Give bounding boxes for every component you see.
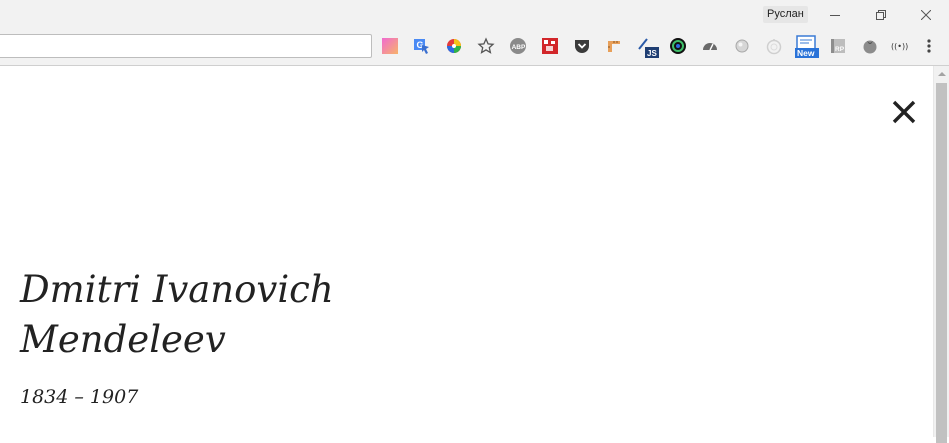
- address-bar[interactable]: [0, 34, 372, 58]
- person-name-heading: Dmitri Ivanovich Mendeleev: [20, 265, 440, 365]
- timer-extension-icon[interactable]: [765, 37, 783, 55]
- chrome-menu-icon[interactable]: [923, 37, 935, 55]
- restore-button[interactable]: [858, 0, 904, 29]
- pocket-extension-icon[interactable]: [573, 37, 591, 55]
- bookmark-star-icon[interactable]: [477, 37, 495, 55]
- color-picker-extension-icon[interactable]: [381, 37, 399, 55]
- scroll-up-arrow[interactable]: [934, 66, 949, 82]
- restore-icon: [876, 9, 886, 20]
- minimize-icon: [830, 14, 840, 16]
- speed-gauge-extension-icon[interactable]: [701, 37, 719, 55]
- camera-lens-extension-icon[interactable]: [669, 37, 687, 55]
- wireless-extension-icon[interactable]: ((•)): [891, 37, 913, 55]
- ruler-extension-icon[interactable]: [605, 37, 623, 55]
- abp-label: ABP: [512, 44, 526, 51]
- close-x-icon: [892, 100, 916, 124]
- pixel-extension-icon[interactable]: [541, 37, 559, 55]
- minimize-button[interactable]: [812, 0, 858, 29]
- circle-extension-icon[interactable]: [733, 37, 751, 55]
- rp-label: RP: [835, 46, 845, 53]
- js-extension-icon[interactable]: JS: [637, 37, 659, 58]
- adblock-plus-extension-icon[interactable]: ABP: [509, 37, 527, 55]
- color-wheel-extension-icon[interactable]: [445, 37, 463, 55]
- page-scrollbar[interactable]: [933, 66, 949, 443]
- person-name-line-1: Dmitri Ivanovich: [20, 268, 334, 311]
- profile-button[interactable]: Руслан: [763, 6, 808, 23]
- new-badge-label: New: [797, 48, 815, 58]
- life-dates: 1834 – 1907: [20, 386, 139, 408]
- browser-toolbar: G ABP JS New RP ((•)): [0, 29, 949, 66]
- news-extension-icon[interactable]: New: [795, 35, 819, 59]
- wireless-label: ((•)): [891, 42, 908, 51]
- rp-extension-icon[interactable]: RP: [829, 37, 847, 55]
- page-viewport: Dmitri Ivanovich Mendeleev 1834 – 1907: [0, 66, 933, 437]
- window-titlebar: Руслан: [0, 0, 949, 29]
- close-icon: [921, 9, 931, 20]
- close-overlay-button[interactable]: [890, 98, 920, 128]
- person-name-line-2: Mendeleev: [20, 318, 226, 361]
- google-translate-extension-icon[interactable]: G: [413, 37, 431, 55]
- close-window-button[interactable]: [903, 0, 949, 29]
- js-label: JS: [647, 49, 657, 58]
- chevron-up-icon: [938, 72, 946, 76]
- tomato-extension-icon[interactable]: [861, 37, 879, 55]
- scroll-thumb[interactable]: [936, 83, 947, 443]
